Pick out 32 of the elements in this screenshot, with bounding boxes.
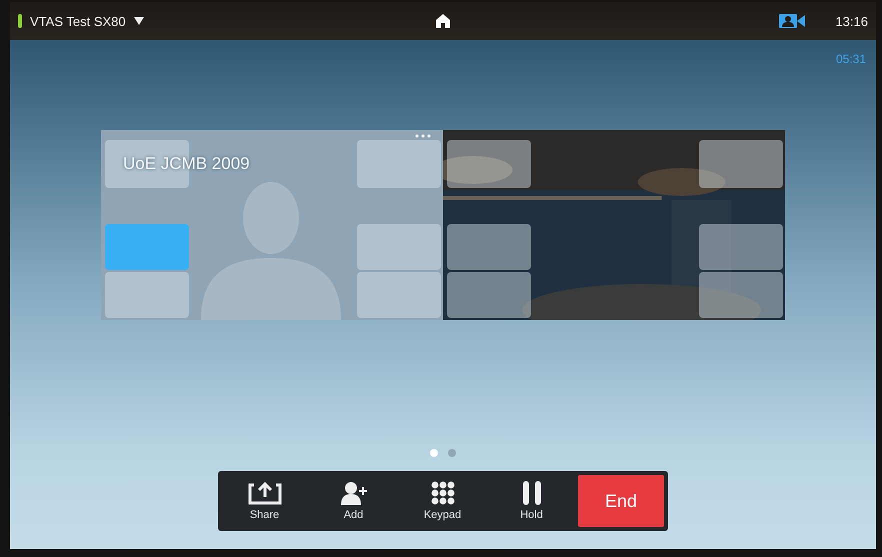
keypad-button[interactable]: Keypad <box>400 475 485 527</box>
more-icon[interactable] <box>415 134 431 138</box>
pause-icon <box>522 481 542 505</box>
layout-tile[interactable] <box>357 140 441 188</box>
add-person-icon <box>340 481 366 505</box>
keypad-icon <box>430 481 454 505</box>
add-button[interactable]: Add <box>311 475 396 527</box>
layout-tile[interactable] <box>699 272 783 318</box>
share-button[interactable]: Share <box>222 475 307 527</box>
layout-tile[interactable] <box>699 224 783 270</box>
home-icon[interactable] <box>435 13 451 29</box>
layout-tile[interactable] <box>447 224 531 270</box>
layout-tile[interactable] <box>447 140 531 188</box>
device-name[interactable]: VTAS Test SX80 <box>30 14 126 28</box>
layout-tile[interactable] <box>105 272 189 318</box>
clock: 13:16 <box>835 14 868 28</box>
layout-tile[interactable] <box>357 272 441 318</box>
video-camera-icon[interactable] <box>779 14 806 28</box>
hold-button[interactable]: Hold <box>489 475 574 527</box>
layout-tile[interactable] <box>699 140 783 188</box>
call-timer: 05:31 <box>836 52 866 66</box>
layout-tile[interactable] <box>447 272 531 318</box>
person-silhouette-icon <box>201 180 341 320</box>
dropdown-caret-icon[interactable] <box>134 17 144 25</box>
call-title: UoE JCMB 2009 <box>123 154 250 174</box>
layout-tile[interactable] <box>105 224 189 270</box>
status-indicator-icon <box>18 14 22 28</box>
page-dot[interactable] <box>448 449 456 457</box>
layout-tile[interactable] <box>357 224 441 270</box>
share-icon <box>248 481 282 505</box>
page-dot[interactable] <box>430 449 438 457</box>
end-call-button[interactable]: End <box>578 475 664 527</box>
